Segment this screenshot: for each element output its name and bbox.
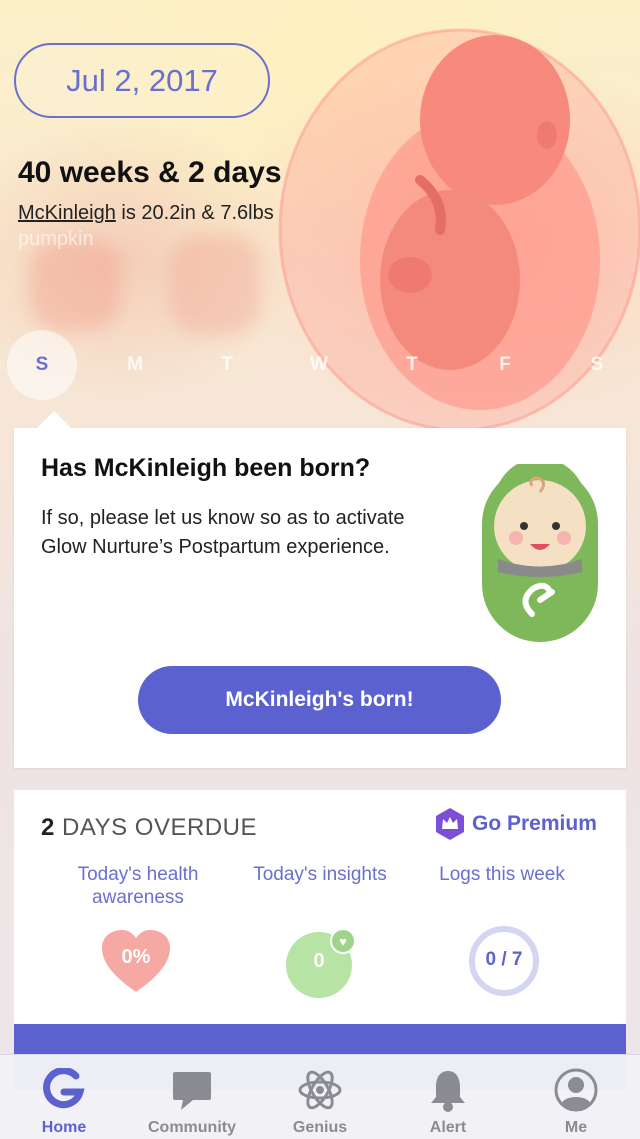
insights-circle-icon[interactable]: ♥ 0 [286, 928, 362, 1000]
metric-logs-week[interactable]: Logs this week [412, 863, 592, 886]
logs-ring-icon[interactable]: 0 / 7 [469, 926, 539, 996]
glow-logo-icon [42, 1065, 86, 1115]
pregnancy-weeks-title: 40 weeks & 2 days [18, 156, 282, 189]
tab-community[interactable]: Community [128, 1055, 256, 1139]
chat-bubble-icon [169, 1065, 215, 1115]
weekday-thursday[interactable]: T [377, 330, 447, 400]
tab-home[interactable]: Home [0, 1055, 128, 1139]
born-card-title: Has McKinleigh been born? [41, 454, 371, 482]
weekday-friday[interactable]: F [470, 330, 540, 400]
overdue-label: 2 DAYS OVERDUE [41, 814, 257, 841]
tab-alert[interactable]: Alert [384, 1055, 512, 1139]
born-card-body: If so, please let us know so as to activ… [41, 507, 405, 558]
bottom-tab-bar: Home Community Genius Alert Me [0, 1054, 640, 1139]
weekday-monday[interactable]: M [100, 330, 170, 400]
atom-icon [297, 1065, 343, 1115]
tab-me[interactable]: Me [512, 1055, 640, 1139]
logs-week-value: 0 / 7 [485, 949, 523, 970]
metric-label: Today's health awareness [77, 864, 199, 908]
tab-label: Home [41, 1119, 87, 1136]
weekday-sunday[interactable]: S [7, 330, 77, 400]
baby-born-card: Has McKinleigh been born? If so, please … [14, 411, 626, 768]
tab-label: Genius [292, 1119, 348, 1136]
tab-genius[interactable]: Genius [256, 1055, 384, 1139]
insights-value: 0 [313, 950, 325, 972]
background-blur-shape [170, 235, 260, 335]
go-premium-label: Go Premium [472, 812, 597, 835]
background-blur-shape [30, 240, 120, 330]
weekday-wednesday[interactable]: W [284, 330, 354, 400]
bell-icon [428, 1065, 468, 1115]
health-heart-icon[interactable]: 0% [100, 926, 172, 998]
date-selector-pill[interactable]: Jul 2, 2017 [14, 43, 270, 118]
weekday-saturday[interactable]: S [562, 330, 632, 400]
tab-label: Community [148, 1119, 236, 1136]
weekday-selector: S M T W T F S [0, 330, 640, 400]
health-awareness-value: 0% [121, 946, 151, 968]
swaddled-baby-icon [482, 464, 598, 642]
metric-label: Logs this week [439, 864, 565, 885]
go-premium-button[interactable]: Go Premium [434, 807, 597, 841]
baby-born-button[interactable]: McKinleigh's born! [138, 666, 501, 734]
pregnancy-status-card: 2 DAYS OVERDUE Go Premium Today's health… [14, 790, 626, 1090]
metric-health-awareness[interactable]: Today's health awareness [48, 863, 228, 909]
metric-insights[interactable]: Today's insights [230, 863, 410, 886]
profile-icon [553, 1065, 599, 1115]
tab-label: Alert [429, 1119, 467, 1136]
weekday-tuesday[interactable]: T [192, 330, 262, 400]
baby-size-value: is 20.2in & 7.6lbs [115, 202, 274, 224]
date-label: Jul 2, 2017 [66, 62, 218, 98]
size-comparison-label: pumpkin [18, 228, 94, 250]
metric-label: Today's insights [253, 864, 387, 885]
baby-name-link[interactable]: McKinleigh [18, 202, 116, 224]
tab-label: Me [564, 1119, 588, 1136]
baby-size-text: McKinleigh is 20.2in & 7.6lbs [18, 202, 274, 225]
crown-icon [436, 808, 464, 840]
